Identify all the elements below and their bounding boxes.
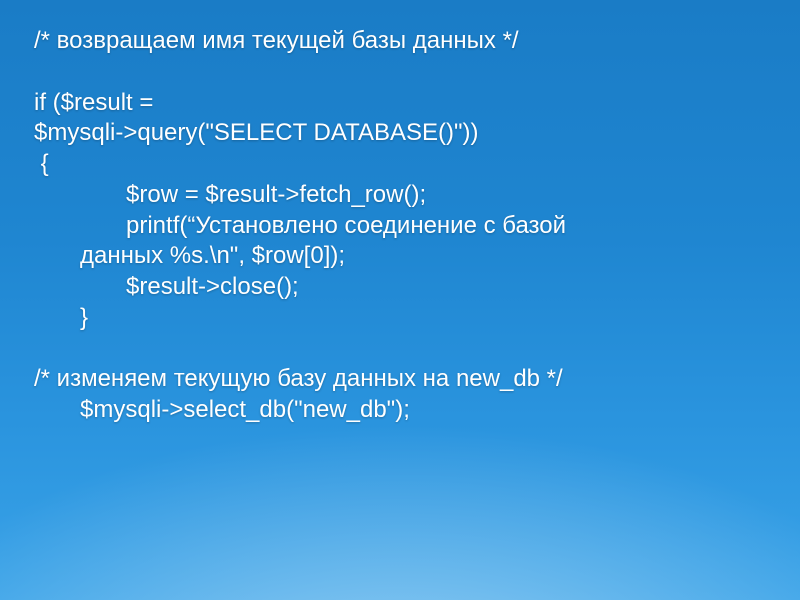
code-line: } (34, 303, 784, 334)
code-line: /* изменяем текущую базу данных на new_d… (34, 364, 784, 395)
code-line: $mysqli->select_db("new_db"); (34, 395, 784, 426)
code-line: { (34, 149, 784, 180)
slide: /* возвращаем имя текущей базы данных */… (0, 0, 800, 600)
code-line: данных %s.\n", $row[0]); (34, 241, 784, 272)
code-line: /* возвращаем имя текущей базы данных */ (34, 26, 784, 57)
code-line: printf(“Установлено соединение с базой (34, 211, 784, 242)
code-line: if ($result = (34, 88, 784, 119)
blank-line (34, 57, 784, 88)
code-line: $result->close(); (34, 272, 784, 303)
code-line: $mysqli->query("SELECT DATABASE()")) (34, 118, 784, 149)
code-line: $row = $result->fetch_row(); (34, 180, 784, 211)
blank-line (34, 333, 784, 364)
